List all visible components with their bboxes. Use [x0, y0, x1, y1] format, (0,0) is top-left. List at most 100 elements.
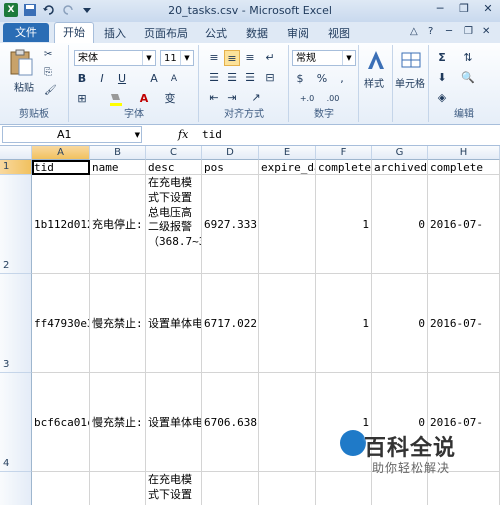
close-button[interactable]: ✕	[480, 2, 496, 16]
cell-c2[interactable]: 在充电模式下设置总电压高二级报警（368.7~369.6）	[146, 175, 202, 274]
tab-insert[interactable]: 插入	[104, 25, 126, 41]
paste-button[interactable]	[8, 49, 34, 80]
column-header-c[interactable]: C	[146, 146, 202, 160]
help-icon[interactable]: ?	[428, 26, 440, 38]
find-select-icon[interactable]: 🔍	[460, 70, 476, 86]
font-size-combo[interactable]: 11 ▼	[160, 50, 194, 66]
align-top-icon[interactable]: ≡	[206, 50, 222, 66]
increase-decimal-button[interactable]: +.0	[296, 91, 318, 107]
cells-label[interactable]: 单元格	[395, 75, 425, 90]
phonetic-button[interactable]: 变	[162, 91, 178, 107]
number-format-combo[interactable]: 常规 ▼	[292, 50, 356, 66]
formula-input[interactable]: tid	[202, 128, 222, 141]
tab-page-layout[interactable]: 页面布局	[144, 25, 188, 41]
cut-icon[interactable]: ✂	[44, 49, 52, 60]
cell-e3[interactable]	[259, 274, 316, 373]
percent-button[interactable]: %	[314, 71, 330, 87]
cell-c1[interactable]: desc	[146, 160, 202, 175]
cell-h1[interactable]: complete	[428, 160, 500, 175]
italic-button[interactable]: I	[94, 71, 110, 87]
cell-a3[interactable]: ff47930e3	[32, 274, 90, 373]
cell-g1[interactable]: archived	[372, 160, 428, 175]
align-bottom-icon[interactable]: ≡	[242, 50, 258, 66]
row-header-3[interactable]: 3	[0, 274, 32, 373]
cell-a4[interactable]: bcf6ca01c	[32, 373, 90, 472]
cell-b1[interactable]: name	[90, 160, 146, 175]
cell-g3[interactable]: 0	[372, 274, 428, 373]
comma-button[interactable]: ,	[334, 71, 350, 87]
fill-icon[interactable]: ⬇	[434, 70, 450, 86]
restore-button[interactable]: ❐	[456, 2, 472, 16]
format-painter-icon[interactable]: 🖌	[44, 85, 57, 96]
cell-b3[interactable]: 慢充禁止:	[90, 274, 146, 373]
styles-label[interactable]: 样式	[364, 75, 384, 90]
row-header-5[interactable]	[0, 472, 32, 505]
insert-function-button[interactable]: fx	[178, 128, 188, 141]
column-header-g[interactable]: G	[372, 146, 428, 160]
font-color-icon[interactable]: A	[136, 91, 152, 107]
bold-button[interactable]: B	[74, 71, 90, 87]
row-header-2[interactable]: 2	[0, 175, 32, 274]
align-right-icon[interactable]: ☰	[242, 70, 258, 86]
doc-restore-icon[interactable]: ❐	[464, 26, 476, 38]
cell-d2[interactable]: 6927.333	[202, 175, 259, 274]
increase-indent-icon[interactable]: ⇥	[224, 90, 240, 106]
align-middle-icon[interactable]: ≡	[224, 50, 240, 66]
tab-home[interactable]: 开始	[54, 22, 94, 43]
cell-b2[interactable]: 充电停止:	[90, 175, 146, 274]
cell-a5[interactable]	[32, 472, 90, 505]
chevron-down-icon[interactable]: ▼	[180, 51, 193, 65]
cell-c4[interactable]: 设置单体电	[146, 373, 202, 472]
autosum-button[interactable]: Σ	[434, 50, 450, 66]
border-icon[interactable]: ⊞	[74, 91, 90, 107]
column-header-f[interactable]: F	[316, 146, 372, 160]
cell-c5[interactable]: 在充电模式下设置	[146, 472, 202, 505]
align-left-icon[interactable]: ☰	[206, 70, 222, 86]
column-header-e[interactable]: E	[259, 146, 316, 160]
row-header-4[interactable]: 4	[0, 373, 32, 472]
tab-formulas[interactable]: 公式	[205, 25, 227, 41]
cell-e4[interactable]	[259, 373, 316, 472]
grow-font-button[interactable]: A	[146, 71, 162, 87]
styles-icon[interactable]	[366, 49, 386, 74]
wrap-text-icon[interactable]: ↵	[262, 50, 278, 66]
chevron-down-icon[interactable]: ▼	[142, 51, 155, 65]
cell-f2[interactable]: 1	[316, 175, 372, 274]
copy-icon[interactable]: ⎘	[44, 67, 52, 78]
cell-b5[interactable]	[90, 472, 146, 505]
column-header-d[interactable]: D	[202, 146, 259, 160]
select-all-corner[interactable]	[0, 146, 32, 160]
name-box[interactable]: A1 ▼	[2, 126, 142, 143]
merge-center-icon[interactable]: ⊟	[262, 70, 278, 86]
cell-d4[interactable]: 6706.638	[202, 373, 259, 472]
cells-icon[interactable]	[400, 49, 422, 74]
currency-icon[interactable]: $	[292, 71, 308, 87]
cell-a2[interactable]: 1b112d012	[32, 175, 90, 274]
font-name-combo[interactable]: 宋体 ▼	[74, 50, 156, 66]
cell-e1[interactable]: expire_da	[259, 160, 316, 175]
cell-e5[interactable]	[259, 472, 316, 505]
cell-e2[interactable]	[259, 175, 316, 274]
column-header-b[interactable]: B	[90, 146, 146, 160]
minimize-button[interactable]: ─	[432, 2, 448, 16]
orientation-icon[interactable]: ↗	[248, 90, 264, 106]
cell-f1[interactable]: complete	[316, 160, 372, 175]
cell-g2[interactable]: 0	[372, 175, 428, 274]
doc-close-icon[interactable]: ✕	[482, 26, 494, 38]
sort-filter-icon[interactable]: ⇅	[460, 50, 476, 66]
tab-review[interactable]: 审阅	[287, 25, 309, 41]
decrease-decimal-button[interactable]: .00	[322, 91, 344, 107]
clear-icon[interactable]: ◈	[434, 90, 450, 106]
chevron-down-icon[interactable]: ▼	[342, 51, 355, 65]
cell-f3[interactable]: 1	[316, 274, 372, 373]
align-center-icon[interactable]: ☰	[224, 70, 240, 86]
cell-h3[interactable]: 2016-07-	[428, 274, 500, 373]
tab-file[interactable]: 文件	[3, 23, 49, 42]
column-header-h[interactable]: H	[428, 146, 500, 160]
paste-label[interactable]: 粘贴	[14, 79, 34, 94]
doc-minimize-icon[interactable]: ─	[446, 26, 458, 38]
cell-d1[interactable]: pos	[202, 160, 259, 175]
column-header-a[interactable]: A	[32, 146, 90, 160]
cell-c3[interactable]: 设置单体电	[146, 274, 202, 373]
chevron-down-icon[interactable]: ▼	[135, 128, 140, 143]
